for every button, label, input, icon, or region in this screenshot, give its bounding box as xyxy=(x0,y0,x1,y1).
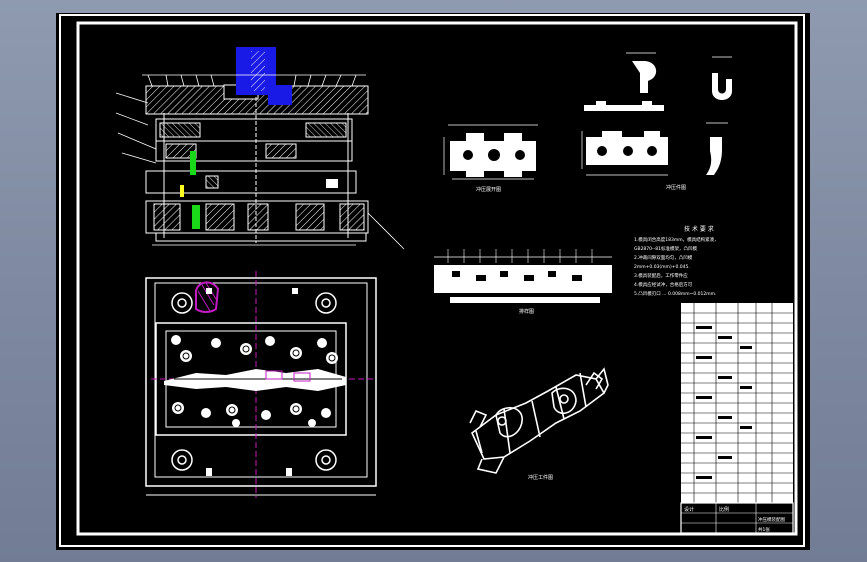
title-block: 设计 比例 冲压模装配图 共1张 xyxy=(680,502,794,534)
part-views: 冲压件图 xyxy=(581,52,732,191)
strip-layout: 排样图 xyxy=(434,249,612,315)
tech-req-line: 2mm+0.03(mm)+0.045. xyxy=(634,264,690,270)
part-view-caption: 冲压件图 xyxy=(666,184,686,191)
insert-part xyxy=(190,151,196,175)
title-designer-label: 设计 xyxy=(684,506,694,513)
tech-req-line: 2.冲裁间隙双面均匀，凸凹模 xyxy=(634,254,693,261)
tech-req-line: GB2870--81标准模架，凸凹模 xyxy=(634,245,697,252)
parts-list xyxy=(681,303,793,503)
cad-drawing: 冲压展开图 冲压件图 排样图 技 术 要 求 1.模具闭合高度183mm，模具结… xyxy=(59,14,805,547)
tech-req-line: 5.凸凹模刃口 ... 0.008mm~0.012mm. xyxy=(634,290,716,297)
tech-req-line: 3.模具装配后，工作零件应 xyxy=(634,272,688,279)
title-drawing-name: 冲压模装配图 xyxy=(758,516,785,523)
plan-view xyxy=(145,271,377,498)
tech-req-line: 4.模具应经试冲，合格后方可 xyxy=(634,281,693,288)
tech-req-line: 1.模具闭合高度183mm，模具结构紧凑， xyxy=(634,236,719,243)
tech-req-heading: 技 术 要 求 xyxy=(684,225,714,233)
drawing-sheet: 冲压展开图 冲压件图 排样图 技 术 要 求 1.模具闭合高度183mm，模具结… xyxy=(56,13,810,550)
tech-requirements: 技 术 要 求 1.模具闭合高度183mm，模具结构紧凑， GB2870--81… xyxy=(634,225,719,297)
section-view xyxy=(115,47,405,250)
unfold-view: 冲压展开图 xyxy=(443,124,538,193)
part-3d-view xyxy=(469,367,609,474)
unfold-view-caption: 冲压展开图 xyxy=(476,186,501,193)
title-sheet-label: 共1张 xyxy=(758,526,770,533)
part-3d-caption: 冲压工件图 xyxy=(528,474,553,481)
title-scale-label: 比例 xyxy=(719,506,729,513)
strip-layout-caption: 排样图 xyxy=(519,308,534,315)
